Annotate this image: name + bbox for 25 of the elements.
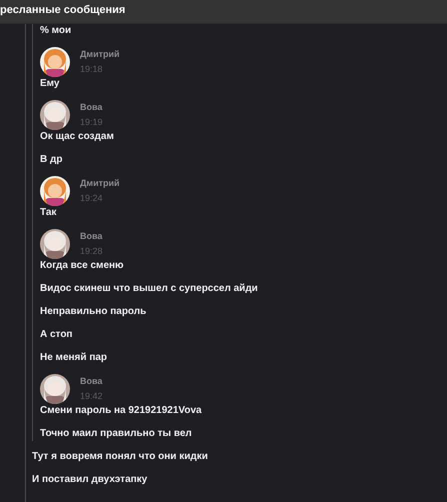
header-title: ресланные сообщения <box>0 4 126 16</box>
message-text: Когда все сменю <box>40 259 124 273</box>
message-text: Ок щас создам <box>40 130 114 144</box>
message-time: 19:28 <box>80 246 103 257</box>
message-text: % мои <box>40 24 72 38</box>
message-text: Тут я вовремя понял что они кидки <box>32 450 208 464</box>
author-name[interactable]: Вова <box>80 231 102 242</box>
message-text: Точно маил правильно ты вел <box>40 427 192 441</box>
message-text: И поставил двухэтапку <box>32 473 148 487</box>
message-text: Ему <box>40 77 60 91</box>
message-text: Видос скинеш что вышел с суперссел айди <box>40 282 258 296</box>
message-text: Смени пароль на 921921921Vova <box>40 404 202 418</box>
message-text: В др <box>40 153 62 167</box>
message-text: Так <box>40 206 56 220</box>
message-time: 19:24 <box>80 193 103 204</box>
author-name[interactable]: Дмитрий <box>80 49 120 60</box>
message-text: Неправильно пароль <box>40 305 146 319</box>
message-time: 19:42 <box>80 391 103 402</box>
message-text: Не меняй пар <box>40 351 108 365</box>
author-name[interactable]: Вова <box>80 376 102 387</box>
message-time: 19:18 <box>80 64 103 75</box>
message-time: 19:19 <box>80 117 103 128</box>
message-text: А стоп <box>40 328 72 342</box>
author-name[interactable]: Дмитрий <box>80 178 120 189</box>
author-name[interactable]: Вова <box>80 102 102 113</box>
